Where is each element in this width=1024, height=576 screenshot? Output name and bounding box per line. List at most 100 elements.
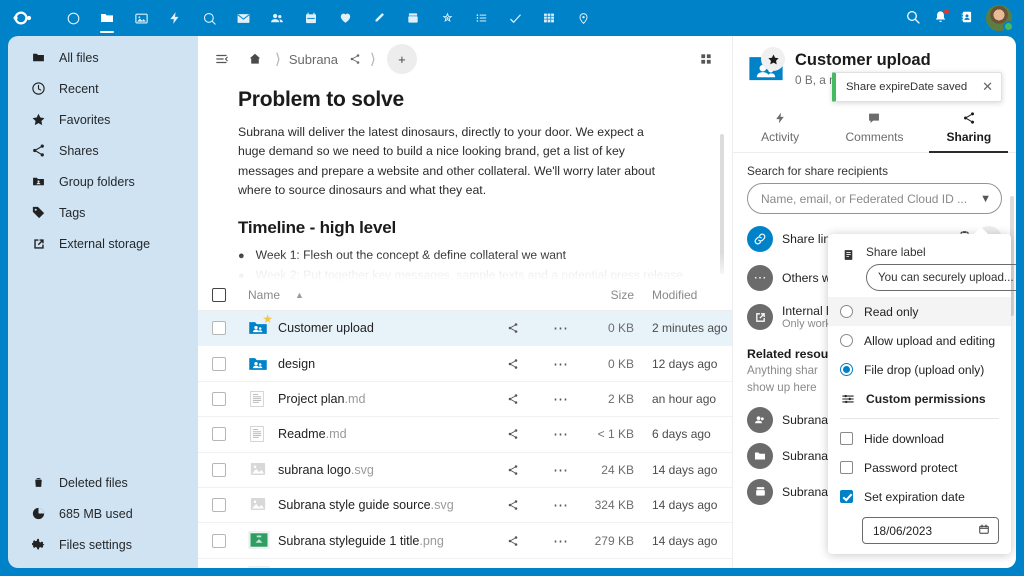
row-share-button[interactable] (482, 499, 544, 511)
arrow-right-icon[interactable]: → (1014, 270, 1016, 285)
checkbox-password-protect[interactable] (840, 461, 853, 474)
sidebar-item-files-settings[interactable]: Files settings (14, 529, 192, 560)
sidebar-item-all-files[interactable]: All files (14, 42, 192, 73)
row-checkbox[interactable] (212, 321, 226, 335)
tab-sharing[interactable]: Sharing (922, 102, 1016, 152)
option-set-expiration-date[interactable]: Set expiration date (828, 482, 1011, 511)
row-checkbox[interactable] (212, 498, 226, 512)
row-share-button[interactable] (482, 535, 544, 547)
share-recipient-input[interactable]: Name, email, or Federated Cloud ID ... ▼ (747, 183, 1002, 214)
column-header-size[interactable]: Size (578, 288, 634, 302)
row-actions-menu[interactable]: ⋯ (544, 532, 578, 550)
column-header-name[interactable]: Name ▲ (226, 288, 482, 302)
breadcrumb-folder[interactable]: Subrana (286, 52, 341, 67)
permission-upload-editing[interactable]: Allow upload and editing (828, 326, 1011, 355)
row-share-button[interactable] (482, 428, 544, 440)
custom-permissions-item[interactable]: Custom permissions (828, 384, 1011, 413)
nav-heart-icon[interactable] (328, 0, 362, 36)
row-share-button[interactable] (482, 358, 544, 370)
breadcrumb-share-icon[interactable] (345, 49, 365, 69)
radio-upload-editing[interactable] (840, 334, 853, 347)
row-share-button[interactable] (482, 464, 544, 476)
nav-activity-icon[interactable] (158, 0, 192, 36)
nav-files-icon[interactable] (90, 0, 124, 36)
share-label-input[interactable]: You can securely upload... → (866, 264, 1016, 291)
permission-read-only[interactable]: Read only (828, 297, 1011, 326)
nav-maps-icon[interactable] (566, 0, 600, 36)
sidebar-item-group-folders[interactable]: Group folders (14, 166, 192, 197)
nav-dashboard-icon[interactable] (56, 0, 90, 36)
home-icon[interactable] (240, 44, 270, 74)
row-name-cell[interactable]: Subrana styleguide 2 logos.png (226, 566, 482, 568)
nav-contacts-icon[interactable] (260, 0, 294, 36)
row-name-cell[interactable]: Readme.md (226, 424, 482, 444)
row-actions-menu[interactable]: ⋯ (544, 319, 578, 337)
nav-tables-icon[interactable] (532, 0, 566, 36)
radio-read-only[interactable] (840, 305, 853, 318)
row-name-cell[interactable]: Project plan.md (226, 389, 482, 409)
search-icon[interactable] (905, 9, 921, 28)
contacts-menu-icon[interactable] (960, 9, 974, 28)
option-hide-download[interactable]: Hide download (828, 424, 1011, 453)
row-actions-menu[interactable]: ⋯ (544, 425, 578, 443)
expiration-date-input[interactable]: 18/06/2023 (862, 517, 999, 544)
row-actions-menu[interactable]: ⋯ (544, 567, 578, 568)
nav-deck-icon[interactable] (396, 0, 430, 36)
new-file-button[interactable]: + (387, 44, 417, 74)
rich-workspace[interactable]: Problem to solve Subrana will deliver th… (198, 82, 732, 287)
row-name-cell[interactable]: design (226, 354, 482, 374)
grid-view-icon[interactable] (692, 45, 720, 73)
permission-file-drop[interactable]: File drop (upload only) (828, 355, 1011, 384)
tab-activity[interactable]: Activity (733, 102, 827, 152)
row-checkbox[interactable] (212, 463, 226, 477)
row-checkbox[interactable] (212, 534, 226, 548)
table-row[interactable]: design⋯0 KB12 days ago (198, 346, 732, 381)
option-password-protect[interactable]: Password protect (828, 453, 1011, 482)
close-icon[interactable]: ✕ (982, 79, 993, 95)
sidebar-item-storage-usage[interactable]: 685 MB used (14, 498, 192, 529)
row-name-cell[interactable]: ★Customer upload (226, 318, 482, 338)
row-actions-menu[interactable]: ⋯ (544, 390, 578, 408)
sidebar-item-external-storage[interactable]: External storage (14, 228, 192, 259)
table-row[interactable]: ★Customer upload⋯0 KB2 minutes ago (198, 311, 732, 346)
radio-file-drop[interactable] (840, 363, 853, 376)
checkbox-set-expiration-date[interactable] (840, 490, 853, 503)
table-row[interactable]: Subrana styleguide 2 logos.pngShared⋯172… (198, 559, 732, 568)
table-row[interactable]: Subrana styleguide 1 title.png⋯279 KB14 … (198, 523, 732, 558)
sidebar-item-recent[interactable]: Recent (14, 73, 192, 104)
row-share-button[interactable] (482, 322, 544, 334)
notifications-bell-icon[interactable] (933, 9, 948, 28)
collapse-sidebar-icon[interactable] (208, 45, 236, 73)
column-header-modified[interactable]: Modified (634, 288, 732, 302)
favorite-star-icon[interactable] (761, 47, 785, 71)
checkbox-hide-download[interactable] (840, 432, 853, 445)
avatar[interactable] (986, 5, 1012, 31)
table-row[interactable]: Project plan.md⋯2 KBan hour ago (198, 382, 732, 417)
nav-notes-icon[interactable] (362, 0, 396, 36)
nav-checkmark-icon[interactable] (498, 0, 532, 36)
nav-mail-icon[interactable] (226, 0, 260, 36)
nav-tasks-list-icon[interactable] (464, 0, 498, 36)
row-checkbox[interactable] (212, 392, 226, 406)
nextcloud-logo[interactable] (0, 11, 56, 25)
row-actions-menu[interactable]: ⋯ (544, 355, 578, 373)
row-actions-menu[interactable]: ⋯ (544, 461, 578, 479)
nav-calendar-icon[interactable] (294, 0, 328, 36)
sidebar-item-tags[interactable]: Tags (14, 197, 192, 228)
row-name-cell[interactable]: subrana logo.svg (226, 460, 482, 480)
nav-circles-icon[interactable] (430, 0, 464, 36)
chevron-down-icon[interactable]: ▼ (980, 193, 991, 205)
table-row[interactable]: subrana logo.svg⋯24 KB14 days ago (198, 453, 732, 488)
row-checkbox[interactable] (212, 427, 226, 441)
nav-search-circle-icon[interactable] (192, 0, 226, 36)
tab-comments[interactable]: Comments (827, 102, 921, 152)
nav-photos-icon[interactable] (124, 0, 158, 36)
row-name-cell[interactable]: Subrana style guide source.svg (226, 495, 482, 515)
sidebar-item-shares[interactable]: Shares (14, 135, 192, 166)
row-checkbox[interactable] (212, 357, 226, 371)
select-all-checkbox[interactable] (212, 288, 226, 302)
row-name-cell[interactable]: Subrana styleguide 1 title.png (226, 531, 482, 551)
sidebar-item-deleted-files[interactable]: Deleted files (14, 467, 192, 498)
table-row[interactable]: Readme.md⋯< 1 KB6 days ago (198, 417, 732, 452)
sidebar-item-favorites[interactable]: Favorites (14, 104, 192, 135)
